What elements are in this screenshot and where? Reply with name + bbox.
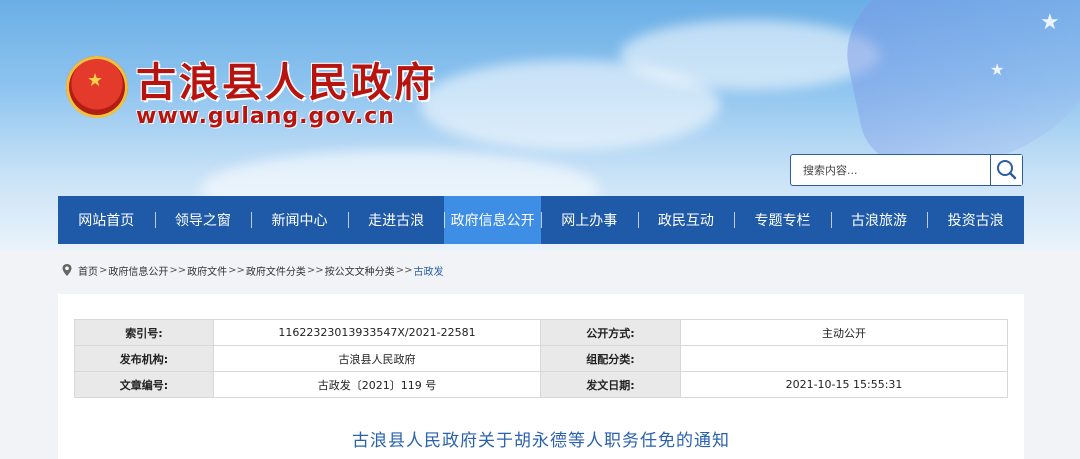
content-panel: 索引号: 11622323013933547X/2021-22581 公开方式:… <box>58 294 1024 459</box>
breadcrumb: 首页 > 政府信息公开 >> 政府文件 >> 政府文件分类 >> 按公文文种分类… <box>60 262 443 278</box>
meta-value-issue-date: 2021-10-15 15:55:31 <box>680 371 1008 398</box>
nav-item-about[interactable]: 走进古浪 <box>347 196 445 244</box>
meta-value-doc-number: 古政发〔2021〕119 号 <box>213 371 541 398</box>
breadcrumb-item-gov-files[interactable]: 政府文件 <box>187 263 227 278</box>
meta-value-disclosure: 主动公开 <box>680 319 1008 346</box>
search-icon <box>997 160 1017 180</box>
breadcrumb-separator: > <box>99 264 108 276</box>
breadcrumb-separator: >> <box>306 264 324 276</box>
nav-item-investment[interactable]: 投资古浪 <box>927 196 1024 244</box>
breadcrumb-item-gov-info[interactable]: 政府信息公开 <box>108 263 168 278</box>
nav-item-gov-info[interactable]: 政府信息公开 <box>444 196 541 244</box>
document-title: 古浪县人民政府关于胡永德等人职务任免的通知 <box>352 431 730 451</box>
nav-item-leaders[interactable]: 领导之窗 <box>154 196 252 244</box>
location-pin-icon <box>62 264 72 276</box>
meta-label-issue-date: 发文日期: <box>540 371 681 398</box>
breadcrumb-separator: >> <box>169 264 187 276</box>
star-icon: ★ <box>1040 10 1060 35</box>
document-meta-table: 索引号: 11622323013933547X/2021-22581 公开方式:… <box>74 319 1008 398</box>
meta-label-disclosure: 公开方式: <box>540 319 681 346</box>
meta-value-publisher: 古浪县人民政府 <box>213 345 541 372</box>
breadcrumb-separator: >> <box>395 264 413 276</box>
meta-label-publisher: 发布机构: <box>74 345 214 372</box>
nav-item-topics[interactable]: 专题专栏 <box>734 196 831 244</box>
breadcrumb-item-current[interactable]: 古政发 <box>413 263 443 278</box>
nav-item-interaction[interactable]: 政民互动 <box>637 196 735 244</box>
breadcrumb-item-home[interactable]: 首页 <box>78 263 98 278</box>
search-box <box>790 154 1023 186</box>
nav-item-news[interactable]: 新闻中心 <box>251 196 348 244</box>
national-emblem-icon: ★ <box>66 56 128 118</box>
nav-item-tourism[interactable]: 古浪旅游 <box>830 196 928 244</box>
meta-label-category: 组配分类: <box>540 345 681 372</box>
breadcrumb-separator: >> <box>228 264 245 276</box>
star-icon: ★ <box>990 60 1005 79</box>
table-row: 发布机构: 古浪县人民政府 组配分类: <box>74 345 1008 372</box>
meta-value-index: 11622323013933547X/2021-22581 <box>213 319 541 346</box>
search-input[interactable] <box>791 155 989 185</box>
nav-item-online-service[interactable]: 网上办事 <box>540 196 638 244</box>
main-nav: 网站首页 领导之窗 新闻中心 走进古浪 政府信息公开 网上办事 政民互动 专题专… <box>58 196 1024 244</box>
search-button[interactable] <box>990 155 1022 185</box>
meta-label-doc-number: 文章编号: <box>74 371 214 398</box>
table-row: 文章编号: 古政发〔2021〕119 号 发文日期: 2021-10-15 15… <box>74 371 1008 398</box>
site-title: 古浪县人民政府 <box>136 59 437 106</box>
table-row: 索引号: 11622323013933547X/2021-22581 公开方式:… <box>74 319 1008 346</box>
site-url: www.gulang.gov.cn <box>136 104 395 129</box>
breadcrumb-item-doc-type[interactable]: 按公文文种分类 <box>325 263 395 278</box>
cloud-decoration <box>620 20 880 90</box>
meta-value-category <box>680 345 1008 372</box>
nav-item-home[interactable]: 网站首页 <box>58 196 155 244</box>
breadcrumb-item-file-categories[interactable]: 政府文件分类 <box>246 263 306 278</box>
meta-label-index: 索引号: <box>74 319 214 346</box>
